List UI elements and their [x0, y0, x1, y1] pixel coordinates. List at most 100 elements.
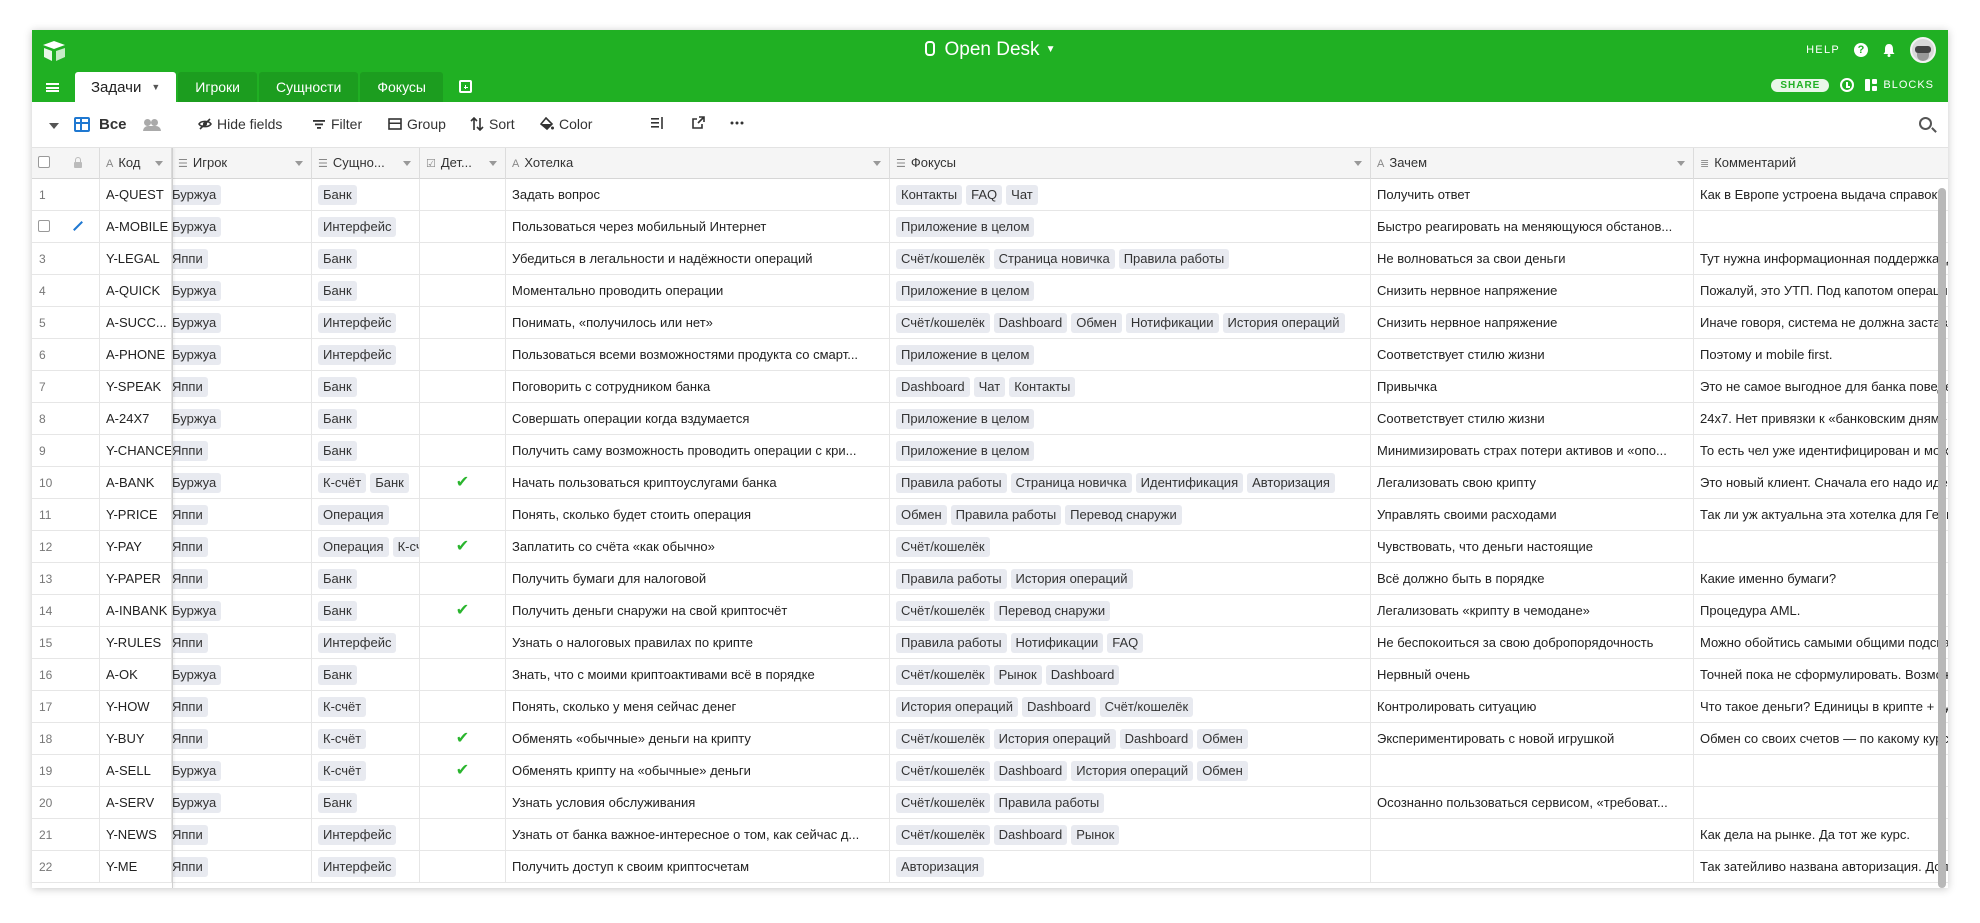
tab-focuses[interactable]: Фокусы: [360, 72, 443, 102]
cell-player[interactable]: Буржуа: [172, 755, 312, 787]
cell-why[interactable]: Всё должно быть в порядке: [1371, 563, 1694, 595]
tab-players[interactable]: Игроки: [178, 72, 257, 102]
cell-why[interactable]: Соответствует стилю жизни: [1371, 403, 1694, 435]
chevron-down-icon[interactable]: ▼: [151, 82, 160, 92]
cell-detail[interactable]: [420, 563, 506, 595]
column-header-focus[interactable]: ☰ Фокусы: [890, 148, 1371, 179]
cell-player[interactable]: Буржуа: [172, 179, 312, 211]
cell-detail[interactable]: [420, 179, 506, 211]
column-header-want[interactable]: A Хотелка: [506, 148, 890, 179]
cell-want[interactable]: Получить бумаги для налоговой: [506, 563, 890, 595]
cell-player[interactable]: Буржуа: [172, 595, 312, 627]
cell-entity[interactable]: Интерфейс: [312, 851, 420, 883]
cell-focus[interactable]: Контакты FAQ Чат: [890, 179, 1371, 211]
cell-focus[interactable]: Счёт/кошелёк Dashboard История операций Обм…: [890, 755, 1371, 787]
cell-focus[interactable]: Приложение в целом: [890, 211, 1371, 243]
column-header-detail[interactable]: ☑ Дет...: [420, 148, 506, 179]
column-header-comment[interactable]: ≣ Комментарий: [1694, 148, 1948, 179]
cell-detail[interactable]: [420, 851, 506, 883]
cell-code[interactable]: A-SERV: [100, 787, 172, 819]
table-row[interactable]: 11 Y-PRICE Яппи Операция Понять, сколько буд…: [32, 499, 1948, 531]
filter-button[interactable]: Filter: [312, 116, 362, 132]
avatar[interactable]: [1910, 37, 1936, 63]
cell-comment[interactable]: 24x7. Нет привязки к «банковским дням» и: [1694, 403, 1948, 435]
cell-entity[interactable]: Банк: [312, 787, 420, 819]
cell-want[interactable]: Начать пользоваться криптоуслугами банка: [506, 467, 890, 499]
cell-comment[interactable]: Иначе говоря, система не должна заставля: [1694, 307, 1948, 339]
cell-entity[interactable]: ОперацияК-счёт: [312, 531, 420, 563]
cell-want[interactable]: Заплатить со счёта «как обычно»: [506, 531, 890, 563]
chevron-down-icon[interactable]: [873, 161, 881, 166]
table-row[interactable]: 12 Y-PAY Яппи ОперацияК-счёт ✔ Заплатить со с…: [32, 531, 1948, 563]
cell-code[interactable]: Y-HOW: [100, 691, 172, 723]
cell-want[interactable]: Пользоваться через мобильный Интернет: [506, 211, 890, 243]
blocks-button[interactable]: BLOCKS: [1865, 79, 1934, 91]
add-table-icon[interactable]: [459, 80, 472, 93]
cell-player[interactable]: Буржуа: [172, 659, 312, 691]
cell-want[interactable]: Узнать о налоговых правилах по крипте: [506, 627, 890, 659]
chevron-down-icon[interactable]: [403, 161, 411, 166]
table-row[interactable]: 3 Y-LEGAL Яппи Банк Убедиться в легальности …: [32, 243, 1948, 275]
table-row[interactable]: 1 A-QUEST Буржуа Банк Задать вопрос Контакты F…: [32, 179, 1948, 211]
cell-why[interactable]: [1371, 755, 1694, 787]
cell-entity[interactable]: Банк: [312, 403, 420, 435]
cell-comment[interactable]: Поэтому и mobile first.: [1694, 339, 1948, 371]
table-row[interactable]: 16 A-OK Буржуа Банк Знать, что с моими крипт…: [32, 659, 1948, 691]
cell-why[interactable]: Легализовать свою крипту: [1371, 467, 1694, 499]
cell-entity[interactable]: Операция: [312, 499, 420, 531]
cell-why[interactable]: Снизить нервное напряжение: [1371, 275, 1694, 307]
table-row[interactable]: 6 A-PHONE Буржуа Интерфейс Пользоваться всем…: [32, 339, 1948, 371]
cell-comment[interactable]: [1694, 211, 1948, 243]
cell-want[interactable]: Задать вопрос: [506, 179, 890, 211]
cell-comment[interactable]: Пожалуй, это УТП. Под капотом операции м: [1694, 275, 1948, 307]
cell-code[interactable]: Y-PAY: [100, 531, 172, 563]
cell-player[interactable]: Яппи: [172, 851, 312, 883]
search-icon[interactable]: [1919, 117, 1932, 130]
cell-comment[interactable]: Процедура AML.: [1694, 595, 1948, 627]
cell-comment[interactable]: Это не самое выгодное для банка поведени: [1694, 371, 1948, 403]
cell-code[interactable]: A-BANK: [100, 467, 172, 499]
cell-code[interactable]: Y-BUY: [100, 723, 172, 755]
table-row[interactable]: 10 A-BANK Буржуа К-счёт Банк ✔ Начать пользова…: [32, 467, 1948, 499]
cell-code[interactable]: A-PHONE: [100, 339, 172, 371]
cell-comment[interactable]: Как в Европе устроена выдача справок? Эт…: [1694, 179, 1948, 211]
cell-focus[interactable]: Приложение в целом: [890, 339, 1371, 371]
cell-entity[interactable]: К-счёт: [312, 755, 420, 787]
cell-player[interactable]: Яппи: [172, 563, 312, 595]
cell-why[interactable]: Осознанно пользоваться сервисом, «требов…: [1371, 787, 1694, 819]
table-row[interactable]: 7 Y-SPEAK Яппи Банк Поговорить с сотрудником…: [32, 371, 1948, 403]
chevron-down-icon[interactable]: [489, 161, 497, 166]
cell-player[interactable]: Яппи: [172, 499, 312, 531]
group-button[interactable]: Group: [388, 116, 446, 132]
cell-player[interactable]: Буржуа: [172, 307, 312, 339]
column-header-entity[interactable]: ☰ Сущно...: [312, 148, 420, 179]
cell-want[interactable]: Знать, что с моими криптоактивами всё в …: [506, 659, 890, 691]
tab-tasks[interactable]: Задачи ▼: [75, 72, 177, 102]
cell-want[interactable]: Поговорить с сотрудником банка: [506, 371, 890, 403]
view-switcher[interactable]: Все: [74, 116, 161, 133]
cell-detail[interactable]: ✔: [420, 531, 506, 563]
cell-want[interactable]: Моментально проводить операции: [506, 275, 890, 307]
cell-want[interactable]: Убедиться в легальности и надёжности опе…: [506, 243, 890, 275]
cell-entity[interactable]: Банк: [312, 179, 420, 211]
cell-entity[interactable]: Банк: [312, 371, 420, 403]
color-button[interactable]: Color: [540, 116, 592, 132]
base-title[interactable]: Open Desk ▼: [32, 39, 1948, 61]
cell-entity[interactable]: Интерфейс: [312, 339, 420, 371]
cell-code[interactable]: Y-PRICE: [100, 499, 172, 531]
cell-want[interactable]: Получить деньги снаружи на свой криптосч…: [506, 595, 890, 627]
cell-detail[interactable]: [420, 211, 506, 243]
menu-icon[interactable]: [46, 83, 59, 92]
cell-why[interactable]: Не беспокоиться за свою добропорядочност…: [1371, 627, 1694, 659]
cell-player[interactable]: Яппи: [172, 627, 312, 659]
cell-comment[interactable]: Какие именно бумаги?: [1694, 563, 1948, 595]
cell-detail[interactable]: ✔: [420, 755, 506, 787]
help-link[interactable]: HELP: [1806, 44, 1840, 56]
cell-player[interactable]: Буржуа: [172, 275, 312, 307]
cell-entity[interactable]: К-счёт: [312, 723, 420, 755]
cell-code[interactable]: A-SELL: [100, 755, 172, 787]
cell-detail[interactable]: [420, 787, 506, 819]
cell-why[interactable]: [1371, 851, 1694, 883]
cell-detail[interactable]: [420, 371, 506, 403]
cell-focus[interactable]: Счёт/кошелёк Рынок Dashboard: [890, 659, 1371, 691]
